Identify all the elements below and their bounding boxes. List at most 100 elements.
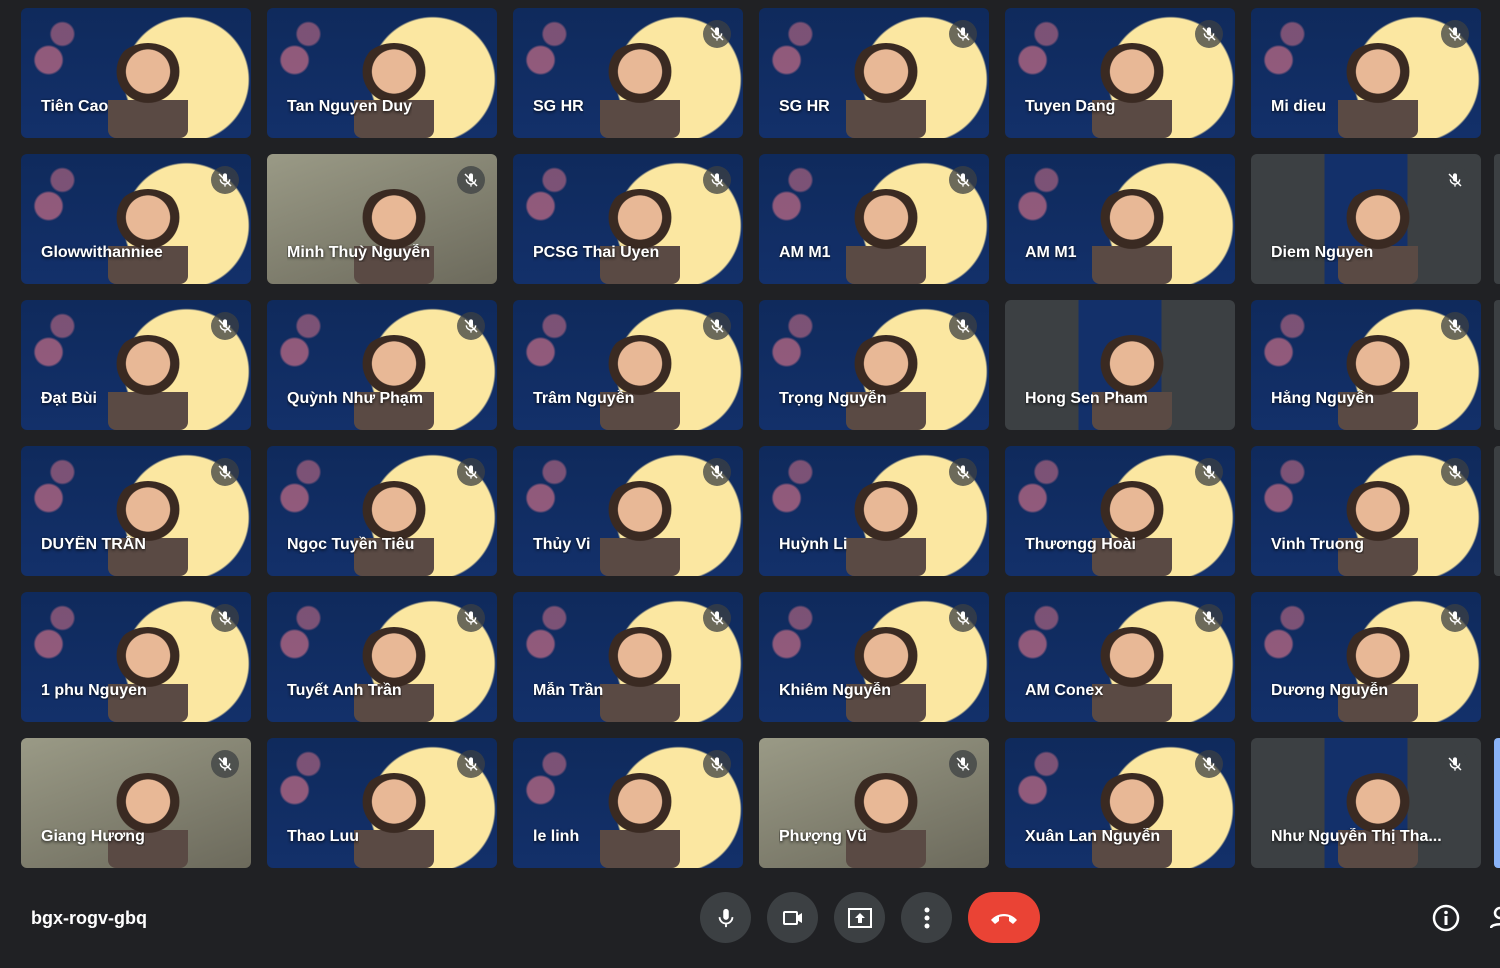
participant-tile[interactable]: AM M1 [759,154,989,284]
participant-tile[interactable]: Thủy Vi [513,446,743,576]
participant-tile[interactable]: Huỳnh Li [759,446,989,576]
more-options-button[interactable] [901,892,952,943]
participant-tile[interactable]: Glowwithanniee [21,154,251,284]
mic-off-icon [1441,20,1469,48]
mic-off-icon [949,166,977,194]
participant-name: Dương Nguyễn [1271,682,1389,699]
participant-tile[interactable]: Hằng Nguyễn [1251,300,1481,430]
participant-tile[interactable]: Ngọc Tuyền Tiêu [267,446,497,576]
mic-off-icon [1195,750,1223,778]
participant-video [1092,627,1173,722]
participant-video [108,481,189,576]
camera-button[interactable] [767,892,818,943]
mic-off-icon [1441,312,1469,340]
participant-grid: Tiên Cao Tan Nguyen Duy SG HR SG HR Tuyen Da… [21,8,1481,868]
participant-tile[interactable]: Như Nguyễn Thị Tha... [1251,738,1481,868]
participant-name: Trọng Nguyễn [779,390,887,407]
participant-tile[interactable]: Thao Luu [267,738,497,868]
present-button[interactable] [834,892,885,943]
mic-off-icon [457,312,485,340]
participant-tile[interactable]: SG HR [513,8,743,138]
participant-video [108,43,189,138]
participant-video [354,627,435,722]
participant-name: Thủy Vi [533,536,591,553]
offscreen-tile-edge [1494,446,1500,576]
participant-name: Tuyen Dang [1025,98,1116,115]
participant-name: Vinh Truong [1271,536,1365,553]
mic-icon [718,908,733,927]
participant-tile[interactable]: Vinh Truong [1251,446,1481,576]
mic-off-icon [949,312,977,340]
participant-video [1338,481,1419,576]
mic-off-icon [211,750,239,778]
participant-video [354,773,435,868]
participant-tile[interactable]: Tuyen Dang [1005,8,1235,138]
people-button[interactable] [1489,906,1500,935]
participant-tile[interactable]: Quỳnh Như Phạm [267,300,497,430]
participant-video [354,481,435,576]
participant-name: SG HR [779,98,830,115]
participant-tile[interactable]: Diem Nguyen [1251,154,1481,284]
info-icon [1432,904,1460,932]
participant-tile[interactable]: Trọng Nguyễn [759,300,989,430]
participant-name: Xuân Lan Nguyễn [1025,828,1161,845]
mic-off-icon [457,458,485,486]
mic-off-icon [703,20,731,48]
participant-video [108,189,189,284]
participant-video [846,189,927,284]
participant-tile[interactable]: Mi dieu [1251,8,1481,138]
participant-tile[interactable]: Thươngg Hoài [1005,446,1235,576]
participant-name: Tan Nguyen Duy [287,98,413,115]
participant-name: Diem Nguyen [1271,244,1374,261]
participant-name: Glowwithanniee [41,244,163,261]
participant-tile[interactable]: Khiêm Nguyễn [759,592,989,722]
mic-off-icon [949,604,977,632]
mic-off-icon [457,166,485,194]
participant-tile[interactable]: Mẫn Trần [513,592,743,722]
participant-video [1092,481,1173,576]
participant-tile[interactable]: Đạt Bùi [21,300,251,430]
participant-name: Ngọc Tuyền Tiêu [287,536,415,553]
participant-tile[interactable]: Tiên Cao [21,8,251,138]
participant-video [1092,335,1173,430]
participant-name: Đạt Bùi [41,390,97,407]
participant-tile[interactable]: Tan Nguyen Duy [267,8,497,138]
mic-off-icon [457,604,485,632]
participant-tile[interactable]: DUYÊN TRẦN [21,446,251,576]
participant-name: Thươngg Hoài [1025,536,1136,553]
participant-tile[interactable]: Minh Thuỳ Nguyễn [267,154,497,284]
participant-video [108,627,189,722]
participant-name: SG HR [533,98,584,115]
participant-tile[interactable]: Dương Nguyễn [1251,592,1481,722]
participant-name: Mẫn Trần [533,682,604,699]
participant-tile[interactable]: PCSG Thai Uyen [513,154,743,284]
participant-tile[interactable]: Hong Sen Pham [1005,300,1235,430]
participant-video [354,189,435,284]
participant-tile[interactable]: 1 phu Nguyen [21,592,251,722]
offscreen-tile-edge [1494,154,1500,284]
participant-video [1338,773,1419,868]
participant-tile[interactable]: Phượng Vũ [759,738,989,868]
meeting-details-button[interactable] [1432,904,1460,937]
participant-name: AM M1 [1025,244,1077,261]
participant-tile[interactable]: AM M1 [1005,154,1235,284]
leave-call-button[interactable] [968,892,1040,943]
microphone-button[interactable] [700,892,751,943]
hang-up-icon [991,913,1017,924]
participant-name: Tuyết Anh Trần [287,682,402,699]
participant-name: Trâm Nguyễn [533,390,635,407]
participant-video [846,481,927,576]
participant-tile[interactable]: Giang Hương [21,738,251,868]
participant-video [600,627,681,722]
participant-name: Phượng Vũ [779,828,867,845]
participant-tile[interactable]: Trâm Nguyễn [513,300,743,430]
participant-tile[interactable]: le linh [513,738,743,868]
participant-tile[interactable]: Tuyết Anh Trần [267,592,497,722]
participant-name: Quỳnh Như Phạm [287,390,424,407]
participant-tile[interactable]: AM Conex [1005,592,1235,722]
participant-name: le linh [533,828,580,845]
participant-name: AM Conex [1025,682,1104,699]
participant-tile[interactable]: Xuân Lan Nguyễn [1005,738,1235,868]
participant-tile[interactable]: SG HR [759,8,989,138]
mic-off-icon [703,458,731,486]
